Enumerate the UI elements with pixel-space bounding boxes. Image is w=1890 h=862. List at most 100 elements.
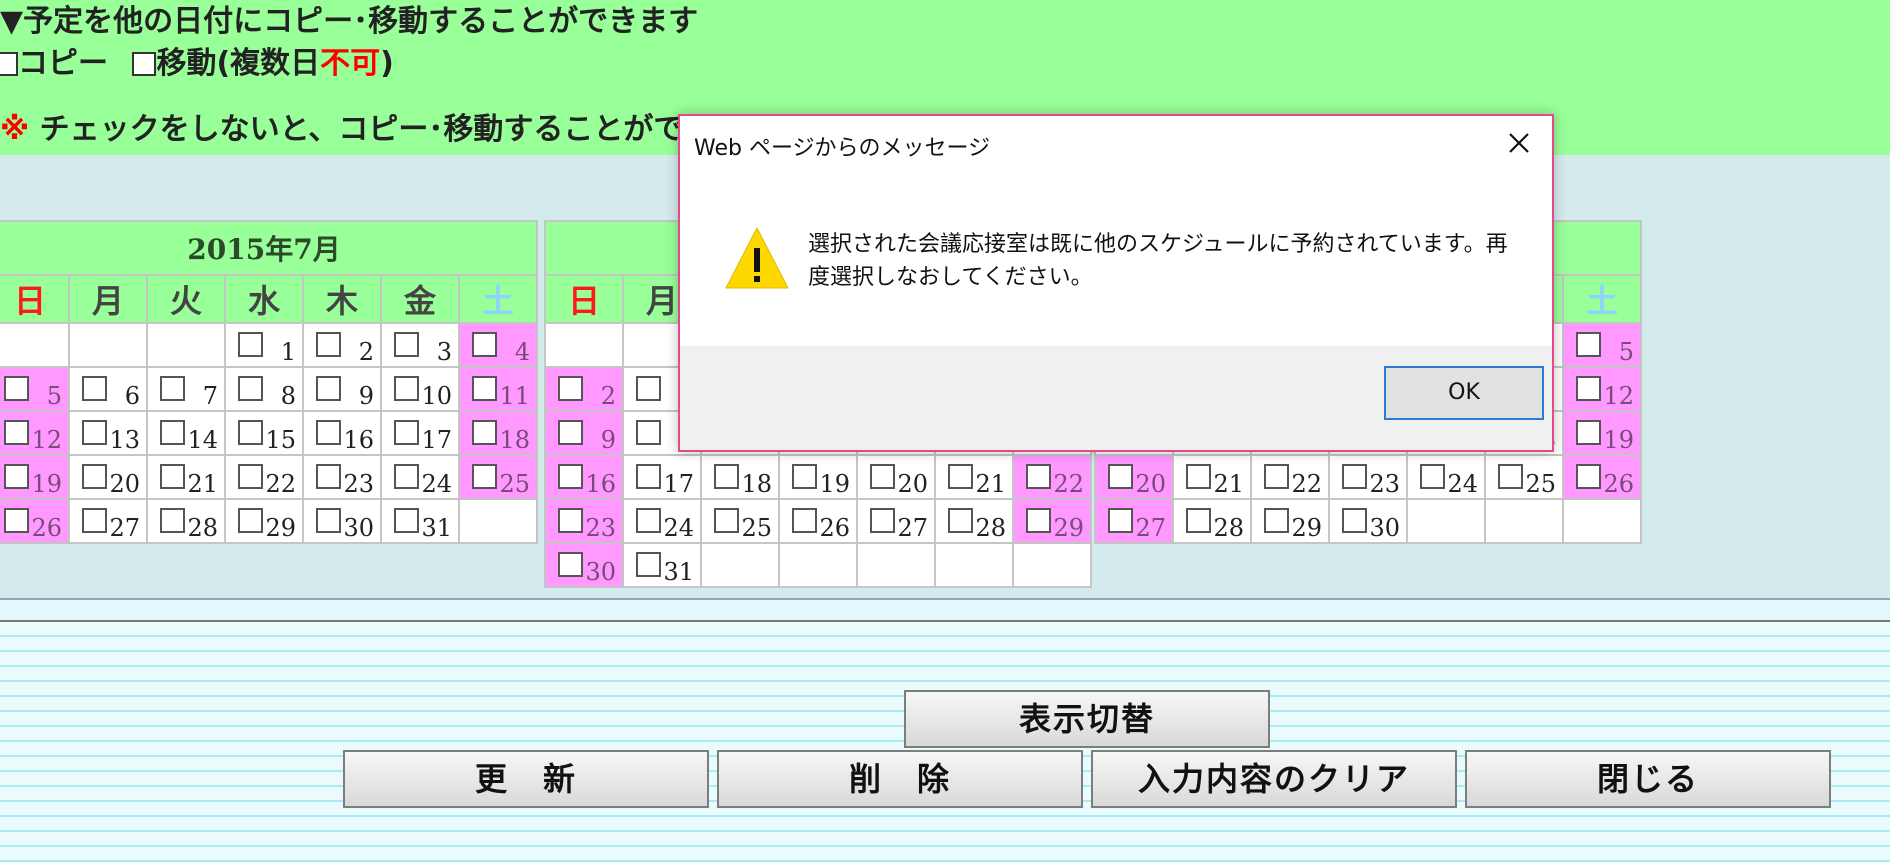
day-checkbox[interactable]	[394, 376, 419, 401]
day-checkbox[interactable]	[636, 508, 661, 533]
day-checkbox[interactable]	[558, 464, 583, 489]
day-checkbox[interactable]	[1498, 464, 1523, 489]
day-number: 5	[46, 382, 62, 410]
day-checkbox[interactable]	[160, 464, 185, 489]
close-icon[interactable]	[1504, 128, 1534, 158]
day-checkbox[interactable]	[472, 464, 497, 489]
day-checkbox[interactable]	[316, 464, 341, 489]
calendar-day-cell: 19	[778, 454, 858, 500]
day-checkbox[interactable]	[948, 508, 973, 533]
day-checkbox[interactable]	[316, 332, 341, 357]
day-checkbox[interactable]	[316, 508, 341, 533]
day-checkbox[interactable]	[238, 508, 263, 533]
day-checkbox[interactable]	[636, 552, 661, 577]
move-checkbox[interactable]	[132, 52, 157, 76]
day-checkbox[interactable]	[160, 420, 185, 445]
calendar-day-cell: 29	[1012, 498, 1092, 544]
weekday-header: 金	[380, 274, 460, 324]
delete-button[interactable]: 削 除	[717, 750, 1083, 808]
day-number: 14	[187, 426, 218, 454]
day-checkbox[interactable]	[792, 464, 817, 489]
calendar-day-cell: 9	[544, 410, 624, 456]
day-checkbox[interactable]	[1108, 464, 1133, 489]
day-checkbox[interactable]	[1420, 464, 1445, 489]
copy-checkbox[interactable]	[0, 52, 18, 76]
day-checkbox[interactable]	[636, 376, 661, 401]
day-checkbox[interactable]	[394, 332, 419, 357]
day-checkbox[interactable]	[714, 464, 739, 489]
calendar-day-cell: 16	[544, 454, 624, 500]
day-checkbox[interactable]	[714, 508, 739, 533]
day-checkbox[interactable]	[160, 508, 185, 533]
day-checkbox[interactable]	[1342, 464, 1367, 489]
day-checkbox[interactable]	[1264, 508, 1289, 533]
weekday-row: 日月火水木金土	[0, 274, 538, 324]
day-checkbox[interactable]	[1576, 376, 1601, 401]
day-number: 22	[1291, 470, 1322, 498]
day-checkbox[interactable]	[472, 420, 497, 445]
day-checkbox[interactable]	[558, 376, 583, 401]
day-checkbox[interactable]	[316, 376, 341, 401]
day-checkbox[interactable]	[1026, 464, 1051, 489]
day-checkbox[interactable]	[1026, 508, 1051, 533]
day-checkbox[interactable]	[1342, 508, 1367, 533]
day-checkbox[interactable]	[316, 420, 341, 445]
day-checkbox[interactable]	[4, 376, 29, 401]
day-checkbox[interactable]	[82, 464, 107, 489]
calendar-day-cell: 14	[146, 410, 226, 456]
ok-button[interactable]: OK	[1384, 366, 1544, 420]
day-checkbox[interactable]	[870, 508, 895, 533]
calendar-day-cell: 27	[1094, 498, 1174, 544]
day-checkbox[interactable]	[238, 420, 263, 445]
day-checkbox[interactable]	[82, 508, 107, 533]
day-checkbox[interactable]	[1576, 420, 1601, 445]
day-checkbox[interactable]	[394, 464, 419, 489]
day-checkbox[interactable]	[792, 508, 817, 533]
calendar-empty-cell	[934, 542, 1014, 588]
day-checkbox[interactable]	[636, 464, 661, 489]
day-checkbox[interactable]	[1576, 332, 1601, 357]
clear-input-button[interactable]: 入力内容のクリア	[1091, 750, 1457, 808]
close-button[interactable]: 閉じる	[1465, 750, 1831, 808]
day-number: 22	[265, 470, 296, 498]
day-checkbox[interactable]	[238, 332, 263, 357]
toggle-display-button[interactable]: 表示切替	[904, 690, 1270, 748]
day-checkbox[interactable]	[472, 332, 497, 357]
calendar-day-cell: 27	[68, 498, 148, 544]
day-checkbox[interactable]	[472, 376, 497, 401]
day-checkbox[interactable]	[82, 420, 107, 445]
day-checkbox[interactable]	[558, 420, 583, 445]
day-number: 30	[343, 514, 374, 542]
day-checkbox[interactable]	[1186, 464, 1211, 489]
day-number: 21	[187, 470, 218, 498]
day-checkbox[interactable]	[636, 420, 661, 445]
day-checkbox[interactable]	[1576, 464, 1601, 489]
day-checkbox[interactable]	[394, 420, 419, 445]
notice-mark: ※	[0, 112, 30, 147]
day-number: 5	[1618, 338, 1634, 366]
day-number: 6	[124, 382, 140, 410]
day-checkbox[interactable]	[4, 464, 29, 489]
day-checkbox[interactable]	[4, 508, 29, 533]
day-checkbox[interactable]	[1186, 508, 1211, 533]
update-button[interactable]: 更 新	[343, 750, 709, 808]
calendar-day-cell: 26	[1562, 454, 1642, 500]
day-checkbox[interactable]	[238, 464, 263, 489]
day-checkbox[interactable]	[160, 376, 185, 401]
day-checkbox[interactable]	[82, 376, 107, 401]
calendar-day-cell: 12	[1562, 366, 1642, 412]
info-line-1: ▼予定を他の日付にコピー･移動することができます	[0, 4, 699, 39]
day-checkbox[interactable]	[558, 508, 583, 533]
day-checkbox[interactable]	[4, 420, 29, 445]
day-number: 30	[585, 558, 616, 586]
day-checkbox[interactable]	[948, 464, 973, 489]
day-checkbox[interactable]	[1264, 464, 1289, 489]
day-checkbox[interactable]	[558, 552, 583, 577]
day-checkbox[interactable]	[238, 376, 263, 401]
weekday-header: 木	[302, 274, 382, 324]
day-number: 20	[109, 470, 140, 498]
dialog-title: Web ページからのメッセージ	[694, 136, 991, 161]
day-checkbox[interactable]	[394, 508, 419, 533]
day-checkbox[interactable]	[870, 464, 895, 489]
day-checkbox[interactable]	[1108, 508, 1133, 533]
